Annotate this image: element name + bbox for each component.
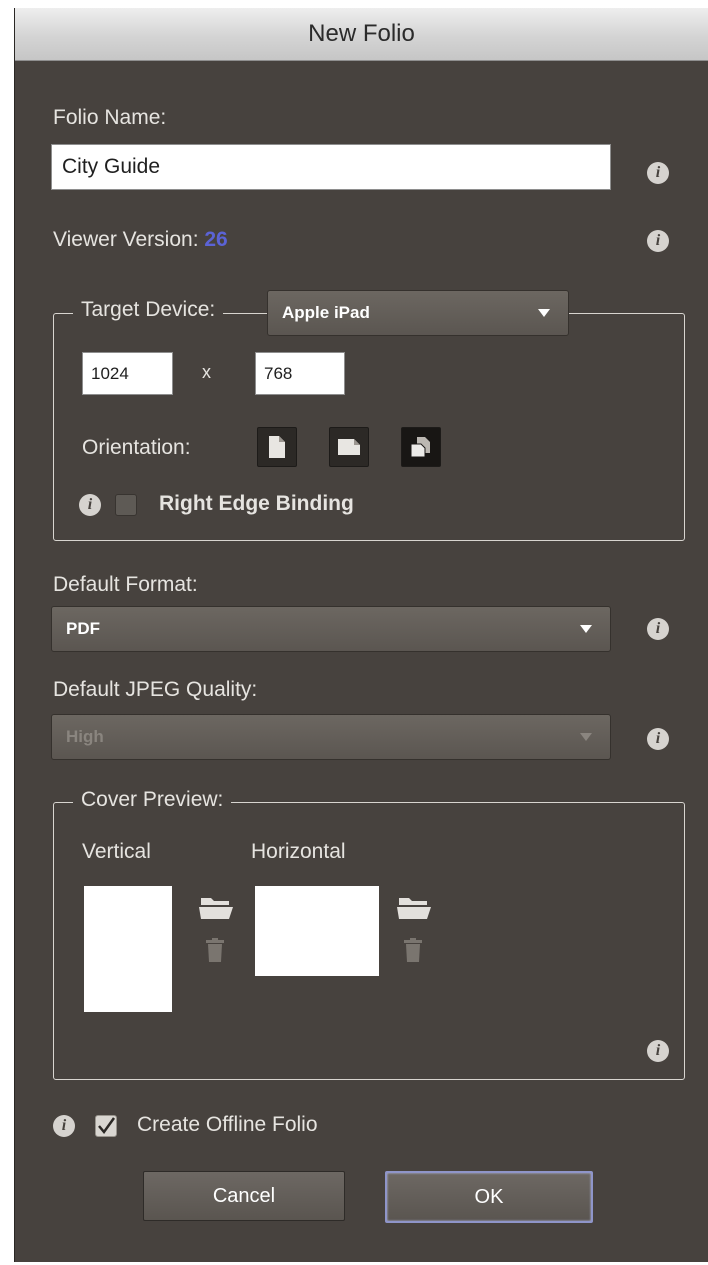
offline-folio-checkbox[interactable] <box>95 1115 117 1137</box>
viewer-version-label: Viewer Version: <box>53 228 199 251</box>
right-edge-binding-checkbox[interactable] <box>115 494 137 516</box>
target-device-value: Apple iPad <box>282 303 370 322</box>
default-format-info-icon[interactable]: i <box>647 618 669 640</box>
right-edge-binding-label: Right Edge Binding <box>159 492 354 515</box>
new-folio-dialog: New Folio Folio Name: i Viewer Version: … <box>14 8 708 1262</box>
folder-icon[interactable] <box>397 894 431 920</box>
trash-icon[interactable] <box>205 938 225 962</box>
default-format-value: PDF <box>66 619 100 638</box>
window-titlebar[interactable]: New Folio <box>15 8 708 61</box>
default-format-dropdown[interactable]: PDF <box>51 606 611 652</box>
dimension-separator: x <box>202 362 211 382</box>
jpeg-quality-value: High <box>66 727 104 746</box>
default-format-label: Default Format: <box>53 573 198 596</box>
device-width-input[interactable] <box>82 352 173 395</box>
viewer-version-value: 26 <box>204 228 228 251</box>
cover-preview-info-icon[interactable]: i <box>647 1040 669 1062</box>
dropdown-arrow-icon <box>580 625 592 633</box>
portrait-page-icon <box>269 436 285 458</box>
folio-name-input[interactable] <box>51 144 611 190</box>
offline-folio-info-icon[interactable]: i <box>53 1115 75 1137</box>
checkmark-icon <box>98 1117 116 1135</box>
cover-vertical-label: Vertical <box>82 840 151 863</box>
cover-horizontal-label: Horizontal <box>251 840 346 863</box>
orientation-both-button[interactable] <box>401 427 441 467</box>
viewer-version-info-icon[interactable]: i <box>647 230 669 252</box>
orientation-portrait-button[interactable] <box>257 427 297 467</box>
cancel-button[interactable]: Cancel <box>143 1171 345 1221</box>
jpeg-quality-dropdown: High <box>51 714 611 760</box>
right-edge-binding-info-icon[interactable]: i <box>79 494 101 516</box>
dropdown-arrow-icon <box>538 309 550 317</box>
orientation-landscape-button[interactable] <box>329 427 369 467</box>
cover-vertical-preview[interactable] <box>84 886 172 1012</box>
target-device-group <box>53 313 685 541</box>
target-device-dropdown[interactable]: Apple iPad <box>267 290 569 336</box>
window-title: New Folio <box>308 20 415 47</box>
folder-icon[interactable] <box>199 894 233 920</box>
both-orientations-icon <box>410 437 430 458</box>
viewer-version-row: Viewer Version: 26 <box>53 228 228 252</box>
ok-button[interactable]: OK <box>385 1171 593 1223</box>
landscape-page-icon <box>338 439 360 455</box>
cover-preview-label: Cover Preview: <box>73 788 232 812</box>
device-height-input[interactable] <box>255 352 345 395</box>
offline-folio-label: Create Offline Folio <box>137 1113 318 1136</box>
trash-icon[interactable] <box>403 938 423 962</box>
ok-button-label: OK <box>474 1185 504 1208</box>
cancel-button-label: Cancel <box>212 1184 276 1207</box>
target-device-label: Target Device: <box>73 298 224 322</box>
jpeg-quality-label: Default JPEG Quality: <box>53 678 258 701</box>
cover-horizontal-preview[interactable] <box>255 886 379 976</box>
folio-name-label: Folio Name: <box>53 106 167 129</box>
dropdown-arrow-icon <box>580 733 592 741</box>
orientation-label: Orientation: <box>82 436 191 459</box>
folio-name-info-icon[interactable]: i <box>647 162 669 184</box>
jpeg-quality-info-icon[interactable]: i <box>647 728 669 750</box>
